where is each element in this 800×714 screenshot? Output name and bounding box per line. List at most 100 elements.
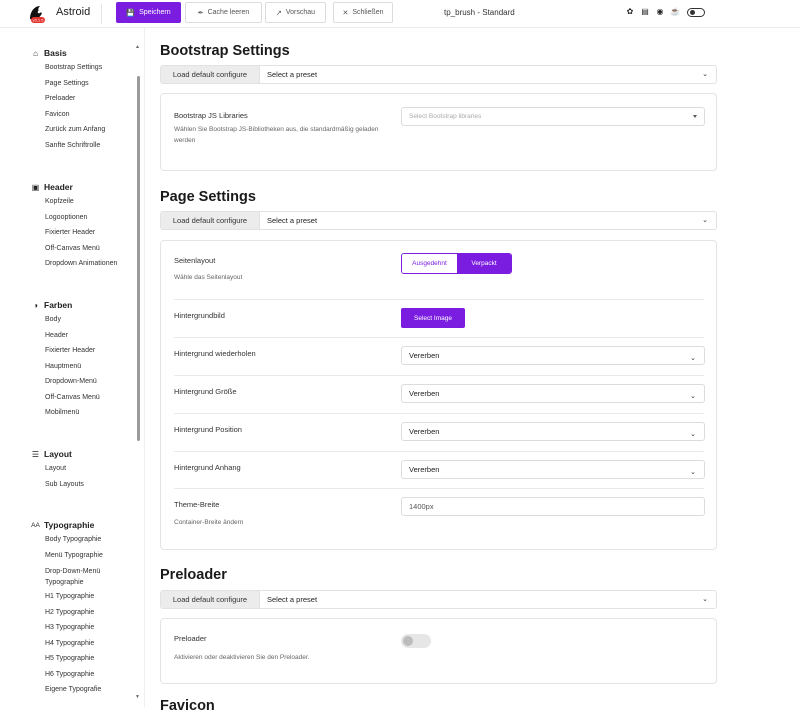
- sidebar-item-h4-typo[interactable]: H4 Typographie: [45, 636, 125, 652]
- sidebar-item-h1-typo[interactable]: H1 Typographie: [45, 589, 125, 605]
- sidebar-group-header[interactable]: ◑ Farben: [31, 300, 100, 310]
- astroid-logo: v3.1.5: [26, 3, 46, 23]
- sidebar-item-dropdown-menu-colors[interactable]: Dropdown-Menü: [45, 374, 100, 390]
- sidebar-group-layout: ☰ Layout Layout Sub Layouts: [31, 449, 84, 492]
- load-default-button[interactable]: Load default configure: [161, 212, 260, 229]
- sidebar-item-layout[interactable]: Layout: [45, 461, 84, 477]
- sidebar-item-sticky-header[interactable]: Fixierter Header: [45, 225, 117, 241]
- preset-select[interactable]: Select a preset: [267, 595, 317, 604]
- row-divider: [174, 413, 704, 414]
- sidebar-item-main-menu-colors[interactable]: Hauptmenü: [45, 359, 100, 375]
- sidebar-item-dropdown-animations[interactable]: Dropdown Animationen: [45, 256, 117, 272]
- sidebar-group-label: Header: [44, 182, 73, 192]
- preset-select[interactable]: Select a preset: [267, 70, 317, 79]
- row-divider: [174, 337, 704, 338]
- preset-select[interactable]: Select a preset: [267, 216, 317, 225]
- select-image-button[interactable]: Select Image: [401, 308, 465, 328]
- sidebar-item-custom-typo[interactable]: Eigene Typografie: [45, 682, 125, 698]
- sidebar-item-offcanvas-menu[interactable]: Off-Canvas Menü: [45, 241, 117, 257]
- section-title-preloader: Preloader: [160, 567, 227, 583]
- chevron-down-icon: ⌄: [702, 71, 708, 78]
- page-layout-segmented: Ausgedehnt Verpackt: [401, 253, 512, 274]
- sidebar-item-dropdown-typo[interactable]: Drop-Down-Menü Typographie: [45, 566, 125, 588]
- sidebar-item-mobile-menu-colors[interactable]: Mobilmenü: [45, 405, 100, 421]
- sidebar-group-header[interactable]: ⌂ Basis: [31, 48, 105, 58]
- sidebar-item-offcanvas-colors[interactable]: Off-Canvas Menü: [45, 390, 100, 406]
- sidebar-group-typographie: AA Typographie Body Typographie Menü Typ…: [31, 520, 125, 698]
- bg-attach-select[interactable]: Vererben ⌄: [401, 460, 705, 479]
- sidebar-item-sticky-header-colors[interactable]: Fixierter Header: [45, 343, 100, 359]
- theme-width-desc: Container-Breite ändern: [174, 519, 244, 526]
- bg-position-select[interactable]: Vererben ⌄: [401, 422, 705, 441]
- card-bootstrap: Bootstrap JS Libraries Wählen Sie Bootst…: [160, 93, 717, 171]
- app-name: Astroid: [56, 6, 91, 18]
- close-button[interactable]: ✕ Schließen: [333, 2, 393, 23]
- scroll-down-icon[interactable]: ▼: [135, 694, 140, 700]
- sidebar-item-bootstrap-settings[interactable]: Bootstrap Settings: [45, 60, 105, 76]
- bg-repeat-select[interactable]: Vererben ⌄: [401, 346, 705, 365]
- load-default-button[interactable]: Load default configure: [161, 66, 260, 83]
- sidebar-item-body-typo[interactable]: Body Typographie: [45, 532, 125, 548]
- chevron-down-icon: ⌄: [690, 355, 696, 362]
- sidebar-group-label: Typographie: [44, 520, 95, 530]
- sidebar-item-page-settings[interactable]: Page Settings: [45, 76, 105, 92]
- sidebar-item-preloader[interactable]: Preloader: [45, 91, 105, 107]
- preloader-toggle[interactable]: [401, 634, 431, 648]
- sidebar-item-h3-typo[interactable]: H3 Typographie: [45, 620, 125, 636]
- bg-repeat-label: Hintergrund wiederholen: [174, 349, 256, 358]
- clear-cache-button[interactable]: ✒ Cache leeren: [185, 2, 262, 23]
- dark-mode-toggle[interactable]: [687, 7, 705, 17]
- sidebar-group-header[interactable]: AA Typographie: [31, 520, 125, 530]
- preset-bar-bootstrap: Load default configure Select a preset ⌄: [160, 65, 717, 84]
- page-layout-desc: Wähle das Seitenlayout: [174, 274, 243, 281]
- sidebar-item-h5-typo[interactable]: H5 Typographie: [45, 651, 125, 667]
- bg-size-select[interactable]: Vererben ⌄: [401, 384, 705, 403]
- preloader-desc: Aktivieren oder deaktivieren Sie den Pre…: [174, 654, 310, 661]
- sidebar-item-header-colors[interactable]: Header: [45, 328, 100, 344]
- bg-repeat-value: Vererben: [409, 351, 440, 360]
- layout-option-wide[interactable]: Ausgedehnt: [402, 254, 457, 273]
- chevron-down-icon: ⌄: [690, 469, 696, 476]
- bootstrap-libs-desc: Wählen Sie Bootstrap JS-Bibliotheken aus…: [174, 126, 379, 144]
- bg-attach-label: Hintergrund Anhang: [174, 463, 241, 472]
- sidebar-group-header[interactable]: ▣ Header: [31, 182, 117, 192]
- close-icon: ✕: [342, 9, 349, 17]
- sidebar-item-logo-options[interactable]: Logooptionen: [45, 210, 117, 226]
- preview-button[interactable]: ↗ Vorschau: [265, 2, 326, 23]
- layers-icon: ☰: [31, 449, 40, 459]
- scroll-up-icon[interactable]: ▲: [135, 44, 140, 50]
- sidebar-group-label: Farben: [44, 300, 73, 310]
- sidebar-group-header[interactable]: ☰ Layout: [31, 449, 84, 459]
- row-divider: [174, 488, 704, 489]
- sidebar-scrollbar[interactable]: [137, 76, 140, 441]
- top-icon-group: ✿ ▤ ◉ ☕: [625, 7, 705, 17]
- sidebar-item-kopfzeile[interactable]: Kopfzeile: [45, 194, 117, 210]
- bg-position-label: Hintergrund Position: [174, 425, 242, 434]
- layout-option-boxed[interactable]: Verpackt: [457, 254, 511, 273]
- sidebar-item-smooth-scroll[interactable]: Sanfte Schriftrolle: [45, 138, 105, 154]
- save-button[interactable]: 💾 Speichern: [116, 2, 181, 23]
- font-size-icon: AA: [31, 521, 40, 529]
- sidebar-item-favicon[interactable]: Favicon: [45, 107, 105, 123]
- bg-attach-value: Vererben: [409, 465, 440, 474]
- bg-size-value: Vererben: [409, 389, 440, 398]
- book-icon[interactable]: ▤: [640, 7, 650, 17]
- sidebar-item-h6-typo[interactable]: H6 Typographie: [45, 667, 125, 683]
- sidebar-item-body-colors[interactable]: Body: [45, 312, 100, 328]
- sidebar-item-back-to-top[interactable]: Zurück zum Anfang: [45, 122, 105, 138]
- chevron-down-icon: ⌄: [702, 217, 708, 224]
- sidebar-item-menu-typo[interactable]: Menü Typographie: [45, 548, 125, 564]
- close-label: Schließen: [352, 9, 384, 16]
- bootstrap-libs-placeholder: Select Bootstrap libraries: [409, 113, 482, 120]
- row-divider: [174, 375, 704, 376]
- coffee-icon[interactable]: ☕: [670, 7, 680, 17]
- load-default-button[interactable]: Load default configure: [161, 591, 260, 608]
- sidebar-item-sub-layouts[interactable]: Sub Layouts: [45, 477, 84, 493]
- rocket-icon[interactable]: ✿: [625, 7, 635, 17]
- sidebar-item-h2-typo[interactable]: H2 Typographie: [45, 605, 125, 621]
- github-icon[interactable]: ◉: [655, 7, 665, 17]
- theme-width-input[interactable]: 1400px: [401, 497, 705, 516]
- sidebar-group-farben: ◑ Farben Body Header Fixierter Header Ha…: [31, 300, 100, 421]
- chevron-down-icon: ⌄: [702, 596, 708, 603]
- bootstrap-libs-select[interactable]: Select Bootstrap libraries: [401, 107, 705, 126]
